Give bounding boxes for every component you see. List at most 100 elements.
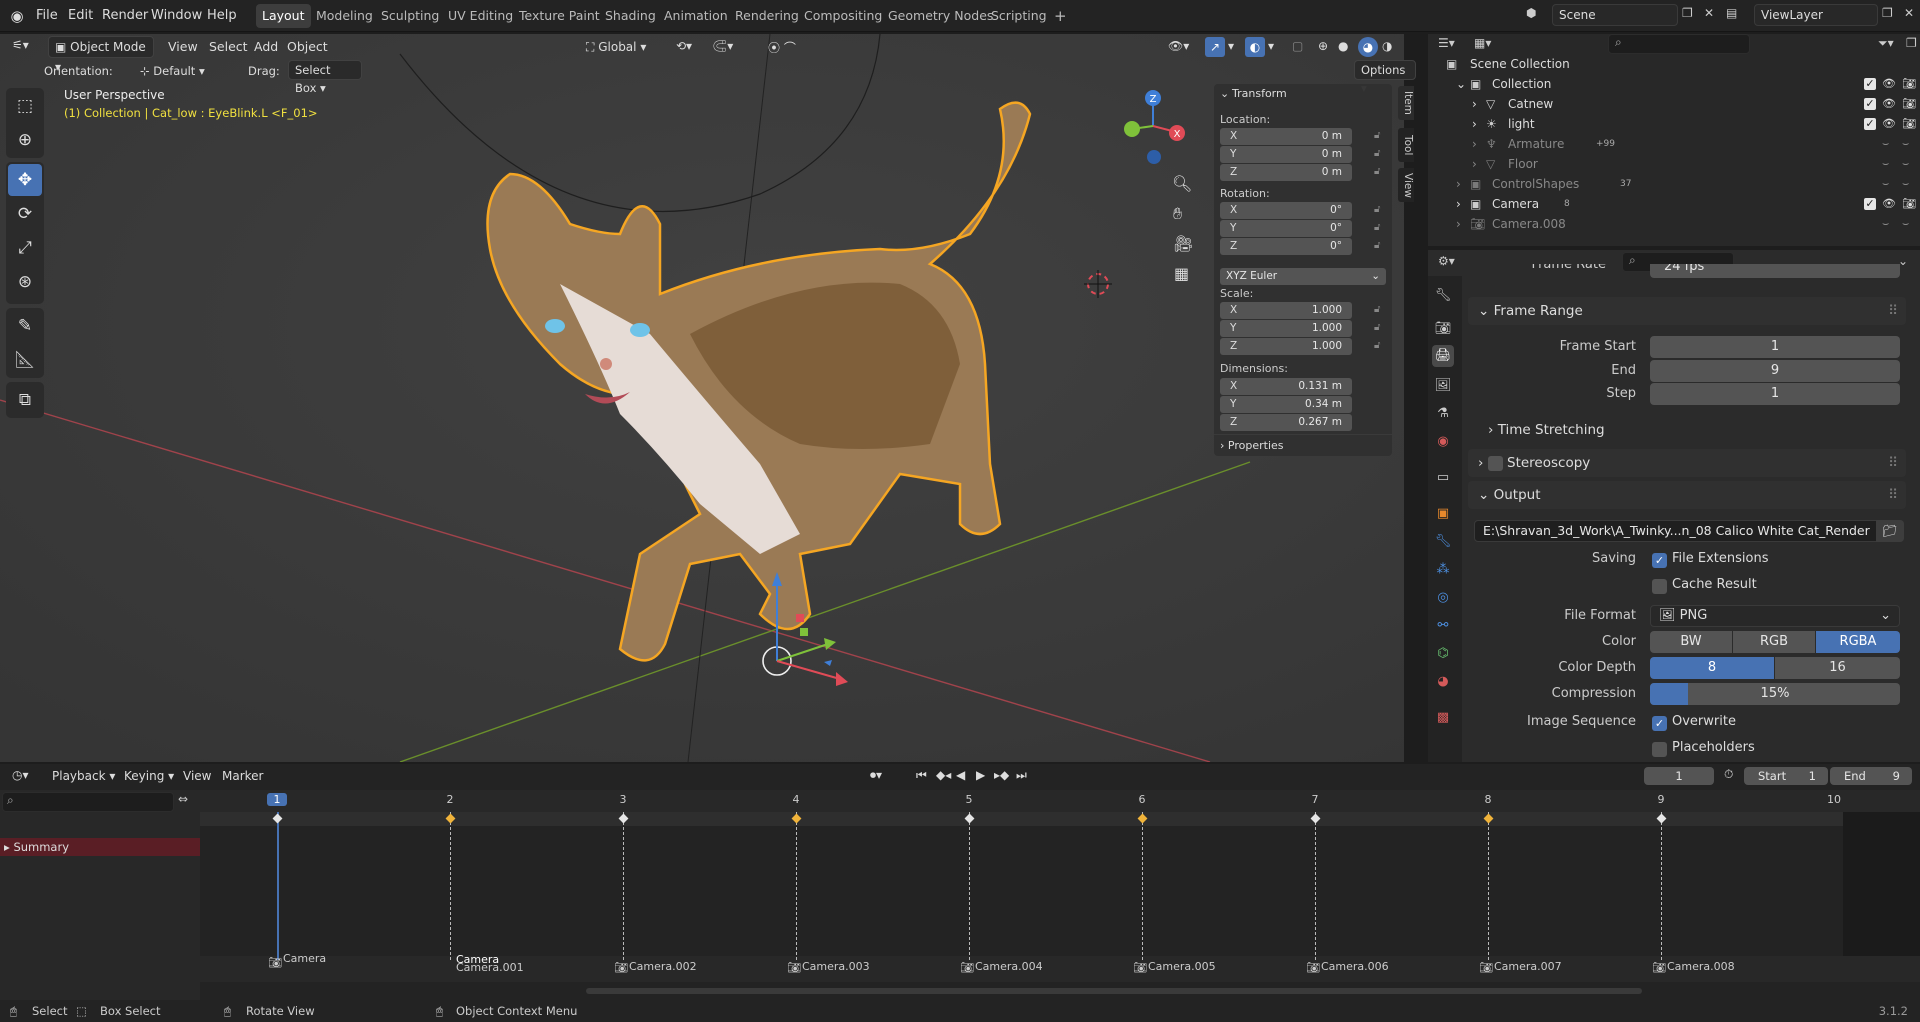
outliner-row-camera[interactable]: › ▣ Camera 8 ✓ 👁︎ 📷︎ xyxy=(1428,194,1920,214)
visibility-eye-icon[interactable]: ⌣ xyxy=(1882,214,1889,234)
editor-type-icon[interactable]: ⚟▾ xyxy=(12,38,29,52)
pivot-icon[interactable]: ⟲▾ xyxy=(676,39,692,53)
constraints-tab-icon[interactable]: ⚯ xyxy=(1432,615,1454,637)
exclude-checkbox[interactable]: ✓ xyxy=(1864,118,1876,130)
render-tab-icon[interactable]: 📷︎ xyxy=(1432,318,1454,340)
timeline-menu-keying[interactable]: Keying ▾ xyxy=(124,769,174,783)
gizmo-toggle-icon[interactable]: ↗ xyxy=(1205,37,1225,57)
properties-subpanel[interactable]: › Properties xyxy=(1220,439,1284,452)
drag-handle-icon[interactable]: ⠿ xyxy=(1888,297,1898,325)
sidebar-tab-tool[interactable]: Tool xyxy=(1398,128,1414,162)
viewport-menu-add[interactable]: Add xyxy=(254,39,278,54)
render-camera-icon[interactable]: 📷︎ xyxy=(1902,74,1916,94)
time-stretching-subpanel[interactable]: › Time Stretching xyxy=(1488,422,1605,438)
outliner-row-light[interactable]: › ☀ light ✓ 👁︎ 📷︎ xyxy=(1428,114,1920,134)
lock-icon[interactable]: 🔓︎ xyxy=(1374,166,1380,177)
delete-scene-icon[interactable]: ✕ xyxy=(1704,6,1714,20)
outliner-row-catnew[interactable]: › ▽ Catnew ✓ 👁︎ 📷︎ xyxy=(1428,94,1920,114)
scene-icon[interactable]: ⬢ xyxy=(1526,6,1536,20)
dimensions-field-y[interactable]: Y 0.34 m xyxy=(1220,396,1352,413)
collection-tab-icon[interactable]: ▭ xyxy=(1432,467,1454,489)
current-frame-field[interactable]: 1 xyxy=(1644,767,1714,785)
particles-tab-icon[interactable]: ⁂ xyxy=(1432,559,1454,581)
visibility-eye-icon[interactable]: 👁︎ xyxy=(1882,94,1896,114)
timeline-end-field[interactable]: End 9 xyxy=(1830,767,1912,785)
lock-icon[interactable]: 🔓︎ xyxy=(1374,148,1380,159)
tab-modeling[interactable]: Modeling xyxy=(310,4,379,28)
camera-view-icon[interactable]: 🎥︎ xyxy=(1173,234,1193,253)
tab-animation[interactable]: Animation xyxy=(658,4,734,28)
tab-compositing[interactable]: Compositing xyxy=(798,4,888,28)
drag-handle-icon[interactable]: ⠿ xyxy=(1888,481,1898,509)
output-panel-header[interactable]: ⌄ Output ⠿ xyxy=(1468,481,1906,509)
render-camera-icon[interactable]: ⌣ xyxy=(1902,214,1909,234)
visibility-eye-icon[interactable]: ⌣ xyxy=(1882,134,1889,154)
world-tab-icon[interactable]: ◉ xyxy=(1432,431,1454,453)
camera-marker-icon[interactable]: 📷︎ xyxy=(1479,961,1493,974)
location-field-y[interactable]: Y 0 m xyxy=(1220,146,1352,163)
disclosure-triangle-icon[interactable]: › xyxy=(1472,94,1477,114)
scale-tool-icon[interactable]: ⤢ xyxy=(8,232,42,264)
current-frame-indicator[interactable]: 1 xyxy=(267,793,287,806)
camera-marker-icon[interactable]: 📷︎ xyxy=(1306,961,1320,974)
copy-view-layer-icon[interactable]: ❐ xyxy=(1882,6,1893,20)
color-rgba-option[interactable]: RGBA xyxy=(1816,631,1900,653)
lock-icon[interactable]: 🔓︎ xyxy=(1374,204,1380,215)
color-rgb-option[interactable]: RGB xyxy=(1733,631,1815,653)
drag-handle-icon[interactable]: ⠿ xyxy=(1888,449,1898,477)
menu-file[interactable]: File xyxy=(36,0,58,32)
overwrite-checkbox[interactable]: ✓ xyxy=(1652,716,1667,731)
timeline-scrollbar[interactable] xyxy=(586,988,1642,994)
frame-start-field[interactable]: 1 xyxy=(1650,336,1900,358)
filter-icon[interactable]: ⏷▾ xyxy=(1878,36,1894,51)
texture-tab-icon[interactable]: ▩ xyxy=(1432,707,1454,729)
camera-marker-icon[interactable]: 📷︎ xyxy=(960,961,974,974)
tab-uv-editing[interactable]: UV Editing xyxy=(442,4,519,28)
outliner-row-armature[interactable]: › ♆ Armature +99 ⌣ ⌣ xyxy=(1428,134,1920,154)
material-preview-shading-icon[interactable]: ◕ xyxy=(1358,37,1378,57)
menu-help[interactable]: Help xyxy=(207,0,237,32)
lock-icon[interactable]: 🔓︎ xyxy=(1374,340,1380,351)
annotate-tool-icon[interactable]: ✎ xyxy=(8,310,42,342)
frame-range-panel-header[interactable]: ⌄ Frame Range ⠿ xyxy=(1468,297,1906,325)
play-reverse-icon[interactable]: ◀ xyxy=(956,768,965,782)
physics-tab-icon[interactable]: ◎ xyxy=(1432,587,1454,609)
render-camera-icon[interactable]: 📷︎ xyxy=(1902,94,1916,114)
visibility-eye-icon[interactable]: 👁︎ xyxy=(1882,114,1896,134)
outliner-search-input[interactable]: ⌕ xyxy=(1608,34,1750,54)
scale-field-z[interactable]: Z 1.000 xyxy=(1220,338,1352,355)
outliner-row-scene-collection[interactable]: ▣ Scene Collection xyxy=(1428,54,1920,74)
render-camera-icon[interactable]: 📷︎ xyxy=(1902,114,1916,134)
sidebar-tab-view[interactable]: View xyxy=(1398,168,1414,202)
proportional-edit-icon[interactable]: ⦿ ⌒ xyxy=(768,39,796,56)
perspective-grid-icon[interactable]: ▦ xyxy=(1174,264,1189,283)
outliner-row-controlshapes[interactable]: › ▣ ControlShapes 37 ⌣ ⌣ xyxy=(1428,174,1920,194)
overlay-toggle-icon[interactable]: ◐ xyxy=(1245,37,1265,57)
folder-browse-icon[interactable]: 📁︎ xyxy=(1876,520,1904,542)
jump-end-icon[interactable]: ⏭ xyxy=(1016,768,1027,783)
camera-marker-icon[interactable]: 📷︎ xyxy=(787,961,801,974)
play-icon[interactable]: ▶ xyxy=(976,768,985,782)
rotation-field-x[interactable]: X 0° xyxy=(1220,202,1352,219)
object-tab-icon[interactable]: ▣ xyxy=(1432,503,1454,525)
render-camera-icon[interactable]: ⌣ xyxy=(1902,154,1909,174)
options-dropdown[interactable]: Options ▾ xyxy=(1354,60,1416,95)
summary-channel[interactable]: ▸ Summary xyxy=(0,838,200,856)
swap-filter-icon[interactable]: ⇔ xyxy=(178,792,188,806)
location-field-z[interactable]: Z 0 m xyxy=(1220,164,1352,181)
transform-orientation-dropdown[interactable]: ⛶ Global ▾ xyxy=(586,36,668,58)
navigation-gizmo[interactable]: Z X xyxy=(1118,84,1188,164)
data-tab-icon[interactable]: ⌬ xyxy=(1432,643,1454,665)
menu-render[interactable]: Render xyxy=(102,0,148,32)
dimensions-field-x[interactable]: X 0.131 m xyxy=(1220,378,1352,395)
lock-icon[interactable]: 🔓︎ xyxy=(1374,222,1380,233)
viewport-menu-view[interactable]: View xyxy=(168,39,198,54)
tab-texture-paint[interactable]: Texture Paint xyxy=(513,4,606,28)
outliner-row-camera-008[interactable]: › 📷︎ Camera.008 ⌣ ⌣ xyxy=(1428,214,1920,234)
menu-window[interactable]: Window xyxy=(151,0,202,32)
tab-rendering[interactable]: Rendering xyxy=(729,4,805,28)
cursor-tool-icon[interactable]: ⊕ xyxy=(8,124,42,156)
file-extensions-checkbox[interactable]: ✓ xyxy=(1652,553,1667,568)
transform-tool-icon[interactable]: ⊛ xyxy=(8,266,42,298)
outliner-editor-icon[interactable]: ☰▾ xyxy=(1438,36,1455,50)
